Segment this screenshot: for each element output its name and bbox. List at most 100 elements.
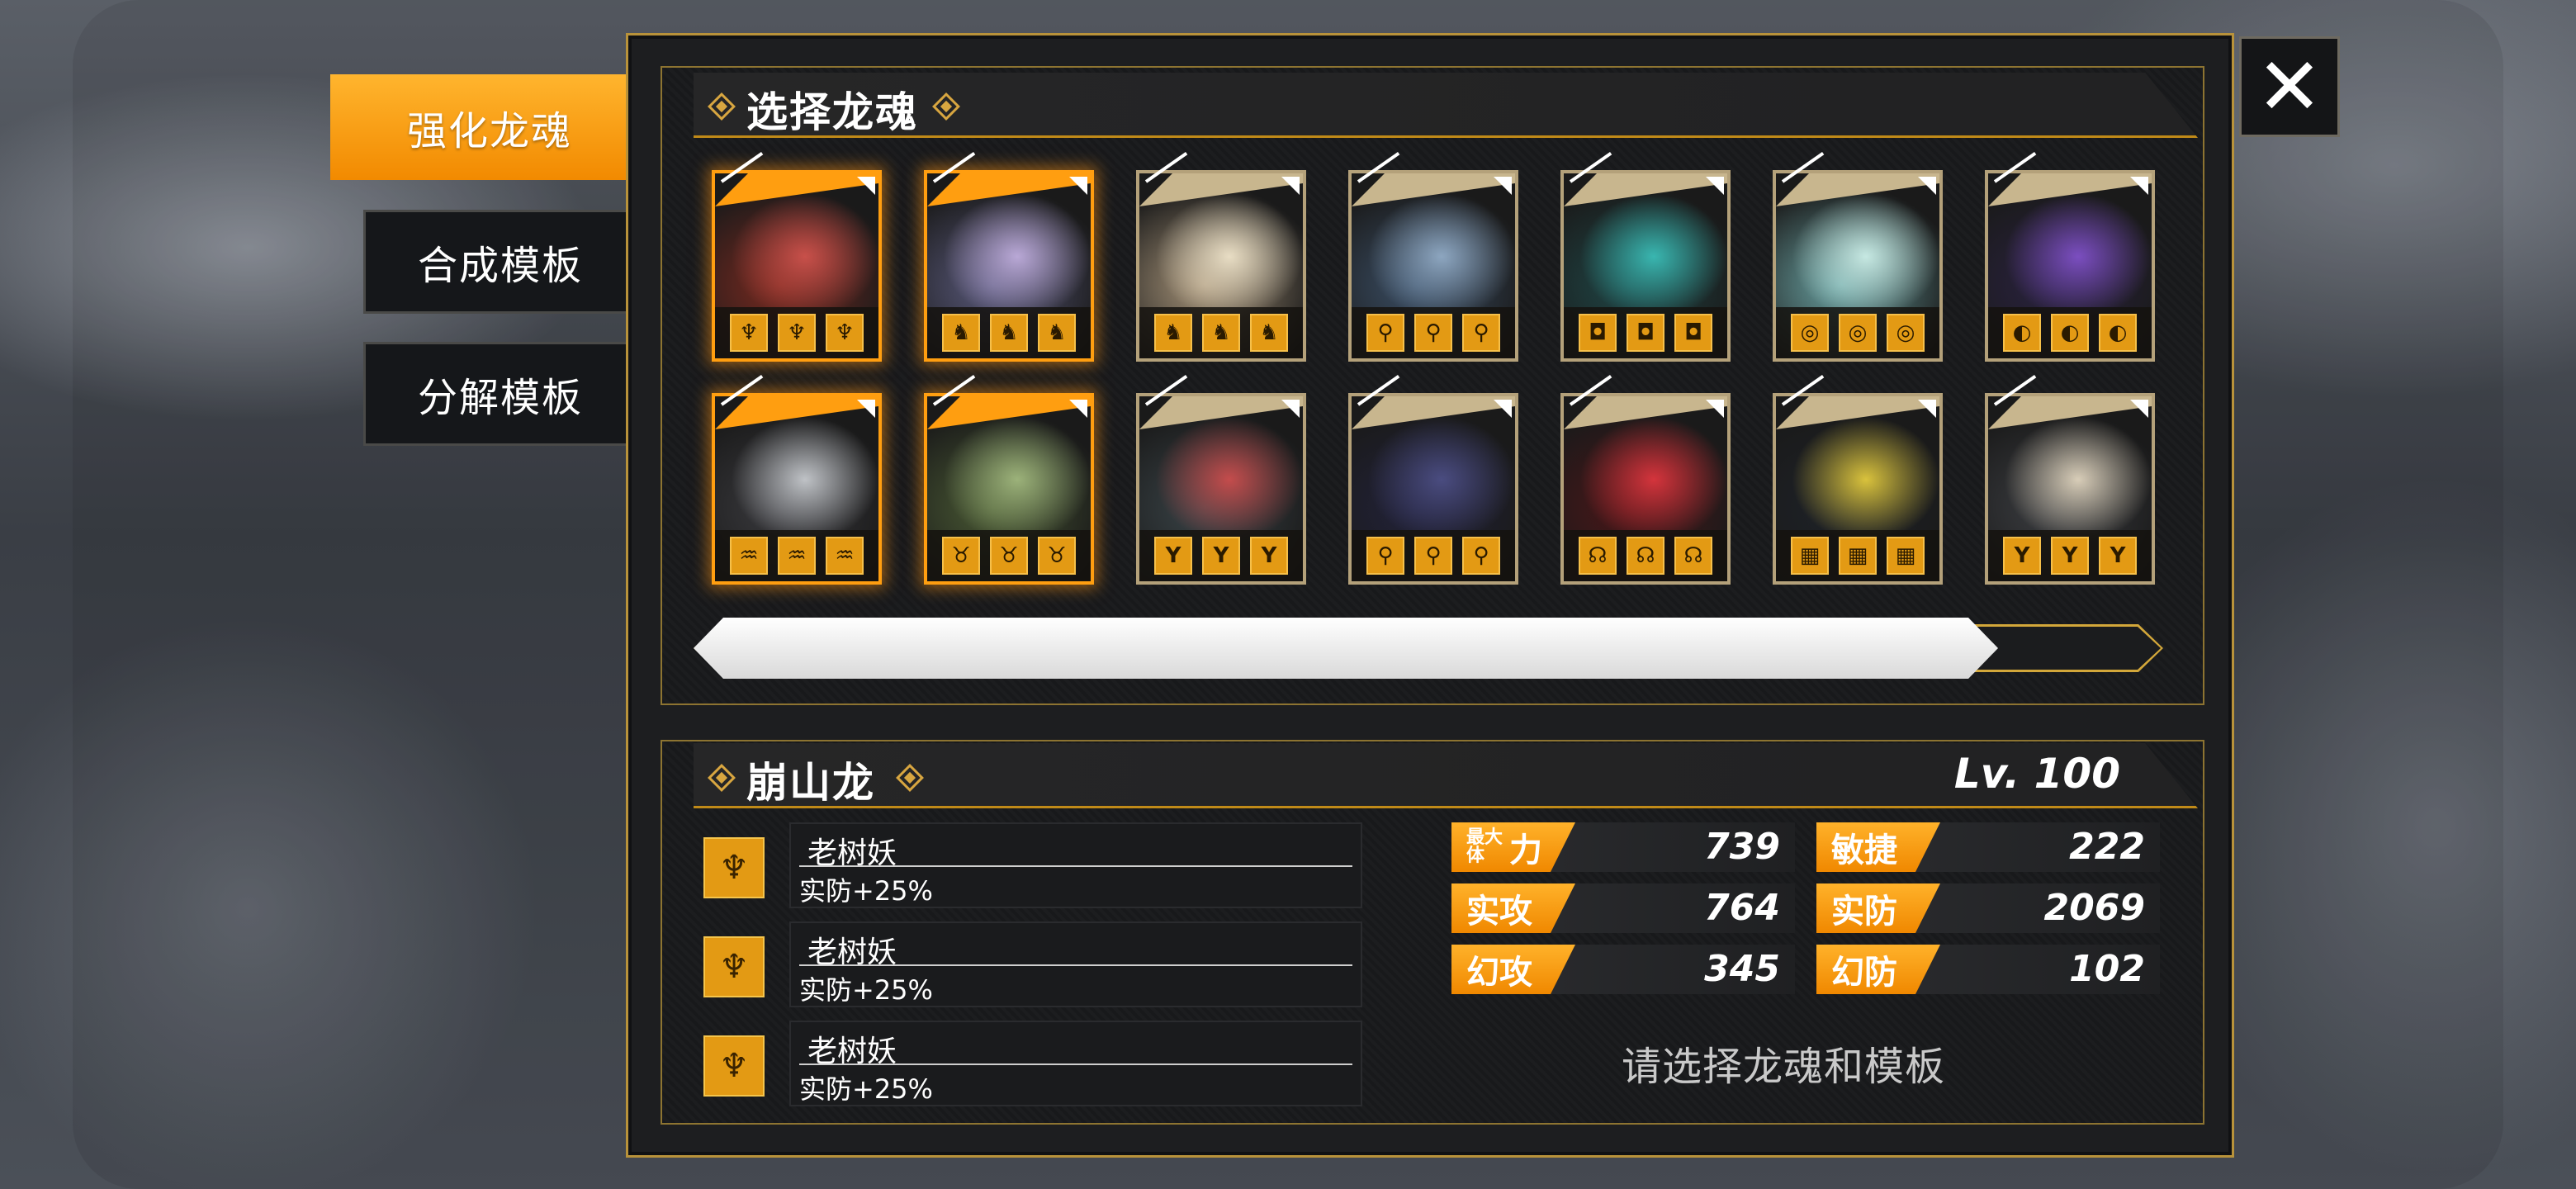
card-slot-row: ⚲ ⚲ ⚲	[1352, 530, 1515, 581]
stat-value: 222	[2069, 826, 2145, 868]
template-slot-icon: ◎	[1791, 314, 1829, 352]
soul-card[interactable]: ☊ ☊ ☊	[1560, 374, 1731, 585]
template-slot-icon: ♒	[826, 537, 864, 575]
template-slot-icon: ⚲	[1414, 314, 1452, 352]
template-slot-icon: ☊	[1627, 537, 1664, 575]
soul-card[interactable]: ♒ ♒ ♒	[712, 374, 882, 585]
stat-label: 力	[1509, 831, 1542, 869]
skill-effect: 实防+25%	[799, 875, 933, 907]
template-slot-icon: ♉	[990, 537, 1028, 575]
tab-synthesize-template-label: 合成模板	[417, 243, 583, 289]
stat-label: 幻攻	[1451, 945, 1575, 994]
card-slot-row: ♞ ♞ ♞	[1139, 307, 1303, 358]
template-slot-icon: Y	[2003, 537, 2041, 575]
soul-card[interactable]: ♆ ♆ ♆	[712, 151, 882, 362]
skill-entry: 老树妖 实防+25%	[789, 822, 1362, 908]
template-slot-icon: Y	[1202, 537, 1240, 575]
card-slot-row: ♞ ♞ ♞	[927, 307, 1091, 358]
select-section-header	[694, 73, 2198, 138]
soul-name: 崩山龙	[746, 759, 875, 807]
card-slot-row: YYY	[1139, 530, 1303, 581]
template-slot-icon: ☊	[1674, 537, 1712, 575]
template-slot-icon: ⚲	[1366, 314, 1404, 352]
soul-card[interactable]: ◘ ◘ ◘	[1560, 151, 1731, 362]
stat-label-small: 最大体	[1466, 827, 1503, 866]
template-slot-icon: ◐	[2099, 314, 2137, 352]
card-slot-row: ◎ ◎ ◎	[1776, 307, 1939, 358]
stat-physical-attack: 实攻 764	[1451, 883, 1795, 933]
skill-icon: ♆	[703, 837, 765, 898]
stat-label: 幻防	[1816, 945, 1940, 994]
stat-magic-attack: 幻攻 345	[1451, 945, 1795, 994]
selection-prompt: 请选择龙魂和模板	[1622, 1044, 1946, 1090]
card-slot-row: YYY	[1988, 530, 2152, 581]
card-slot-row: ☊ ☊ ☊	[1564, 530, 1727, 581]
template-slot-icon: ⚲	[1366, 537, 1404, 575]
template-slot-icon: ♞	[990, 314, 1028, 352]
tab-enhance-soul-label: 强化龙魂	[406, 108, 572, 154]
stat-label: 敏捷	[1816, 822, 1940, 872]
stat-max-hp: 最大体力 739	[1451, 822, 1795, 872]
template-slot-icon: ⚲	[1462, 314, 1500, 352]
template-slot-icon: ▦	[1791, 537, 1829, 575]
stat-value: 2069	[2043, 887, 2145, 929]
stat-value: 764	[1704, 887, 1780, 929]
skill-effect: 实防+25%	[799, 1073, 933, 1105]
soul-card[interactable]: ♉ ♉ ♉	[924, 374, 1094, 585]
template-slot-icon: ♞	[1154, 314, 1192, 352]
stat-label: 实攻	[1451, 883, 1575, 933]
card-slot-row: ◘ ◘ ◘	[1564, 307, 1727, 358]
template-slot-icon: ▦	[1887, 537, 1925, 575]
template-slot-icon: ◎	[1839, 314, 1877, 352]
soul-card[interactable]: ⚲ ⚲ ⚲	[1348, 151, 1518, 362]
card-slot-row: ♆ ♆ ♆	[715, 307, 878, 358]
soul-card[interactable]: ♞ ♞ ♞	[1136, 151, 1306, 362]
template-slot-icon: ◘	[1579, 314, 1617, 352]
template-slot-icon: ▦	[1839, 537, 1877, 575]
card-slot-row: ♉ ♉ ♉	[927, 530, 1091, 581]
card-slot-row: ⚲ ⚲ ⚲	[1352, 307, 1515, 358]
template-slot-icon: ♒	[778, 537, 816, 575]
template-slot-icon: ◐	[2051, 314, 2089, 352]
soul-card[interactable]: ▦ ▦ ▦	[1773, 374, 1943, 585]
skill-entry: 老树妖 实防+25%	[789, 1021, 1362, 1106]
close-button[interactable]: ✕	[2239, 36, 2340, 137]
soul-card[interactable]: ⚲ ⚲ ⚲	[1348, 374, 1518, 585]
stat-value: 345	[1704, 948, 1780, 990]
template-slot-icon: ♆	[730, 314, 768, 352]
tab-synthesize-template[interactable]: 合成模板	[363, 210, 635, 314]
template-slot-icon: ♉	[942, 537, 980, 575]
template-slot-icon: ♉	[1038, 537, 1076, 575]
soul-card[interactable]: ◎ ◎ ◎	[1773, 151, 1943, 362]
soul-selection-area	[661, 66, 2204, 705]
template-slot-icon: ◘	[1627, 314, 1664, 352]
stat-label: 实防	[1816, 883, 1940, 933]
template-slot-icon: ♞	[1202, 314, 1240, 352]
template-slot-icon: Y	[2099, 537, 2137, 575]
template-slot-icon: ♞	[1250, 314, 1288, 352]
stat-value: 102	[2069, 948, 2145, 990]
template-slot-icon: Y	[1154, 537, 1192, 575]
horizontal-scrollbar-thumb[interactable]	[694, 618, 1998, 679]
stat-physical-defense: 实防 2069	[1816, 883, 2160, 933]
stat-value: 739	[1704, 826, 1780, 868]
template-slot-icon: ♞	[942, 314, 980, 352]
template-slot-icon: ⚲	[1462, 537, 1500, 575]
soul-card[interactable]: YYY	[1136, 374, 1306, 585]
skill-icon: ♆	[703, 1035, 765, 1097]
template-slot-icon: ⚲	[1414, 537, 1452, 575]
soul-level: Lv. 100	[1953, 750, 2120, 798]
template-slot-icon: ♞	[1038, 314, 1076, 352]
template-slot-icon: ☊	[1579, 537, 1617, 575]
template-slot-icon: Y	[2051, 537, 2089, 575]
template-slot-icon: ◎	[1887, 314, 1925, 352]
soul-card[interactable]: YYY	[1985, 374, 2155, 585]
tab-decompose-template-label: 分解模板	[417, 375, 583, 421]
template-slot-icon: ◐	[2003, 314, 2041, 352]
soul-card[interactable]: ◐ ◐ ◐	[1985, 151, 2155, 362]
template-slot-icon: Y	[1250, 537, 1288, 575]
tab-decompose-template[interactable]: 分解模板	[363, 342, 635, 446]
skill-effect: 实防+25%	[799, 974, 933, 1006]
soul-card[interactable]: ♞ ♞ ♞	[924, 151, 1094, 362]
stat-magic-defense: 幻防 102	[1816, 945, 2160, 994]
